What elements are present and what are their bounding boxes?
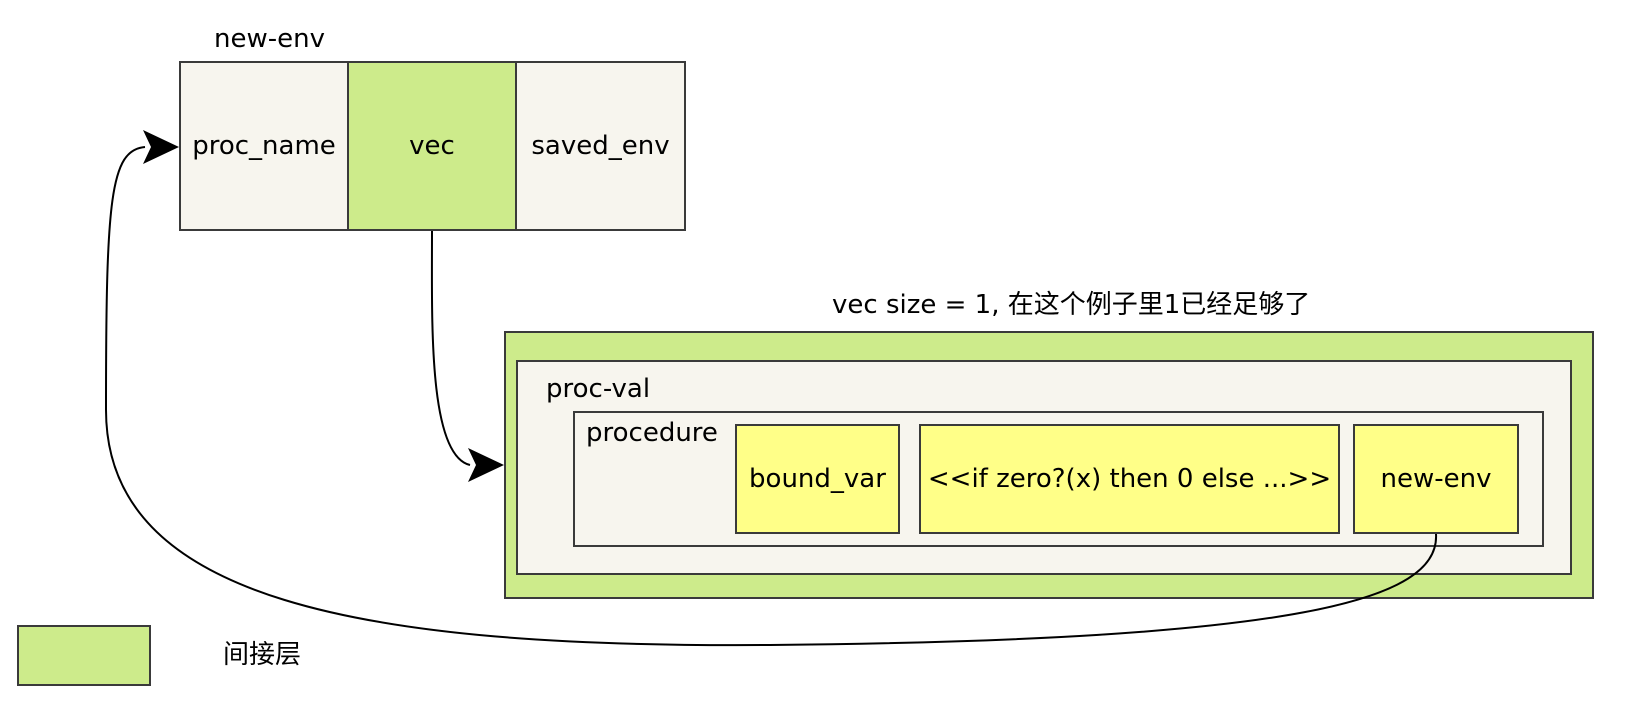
vec-to-container-arrow	[430, 230, 471, 466]
vec-to-container-arrowhead	[468, 448, 504, 482]
connector-layer	[104, 130, 1438, 647]
new-env-back-arrow	[104, 146, 1438, 647]
new-env-back-arrowhead	[143, 130, 179, 164]
